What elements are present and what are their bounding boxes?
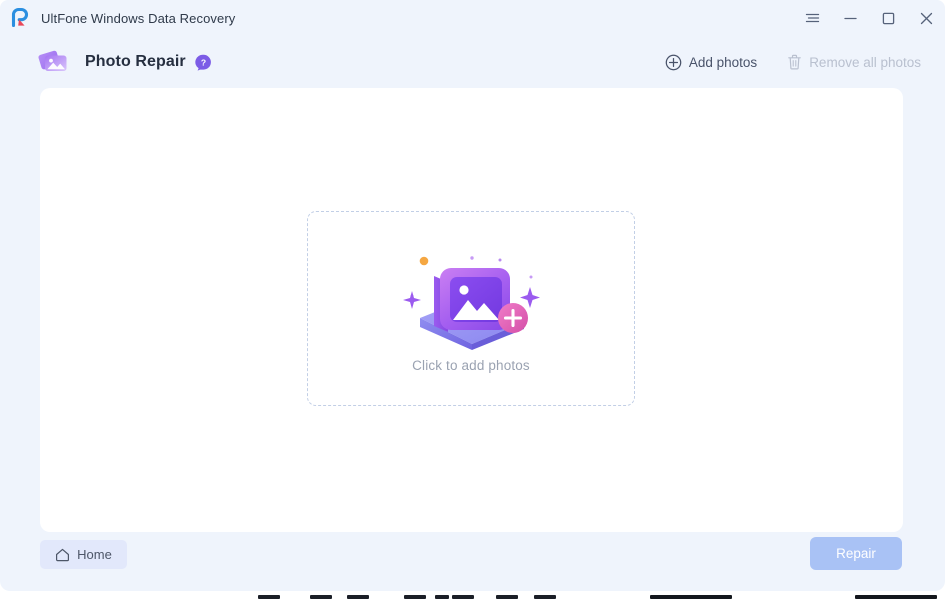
help-question-icon[interactable]: ? (195, 54, 212, 71)
title-bar: UltFone Windows Data Recovery (0, 0, 945, 36)
photo-repair-icon (38, 47, 72, 77)
taskbar-icon[interactable] (404, 595, 426, 599)
remove-all-photos-label: Remove all photos (809, 54, 921, 70)
application-window: UltFone Windows Data Recovery Photo Repa… (0, 0, 945, 591)
taskbar-icon[interactable] (258, 595, 280, 599)
ultfone-logo-icon (9, 7, 31, 29)
taskbar-icon[interactable] (347, 595, 369, 599)
dropzone-label: Click to add photos (412, 358, 530, 373)
svg-text:?: ? (201, 57, 206, 67)
taskbar-peek (0, 591, 945, 599)
footer-bar: Home Repair (0, 532, 945, 591)
taskbar-icon[interactable] (310, 595, 332, 599)
taskbar-icon[interactable] (435, 595, 449, 599)
app-title: UltFone Windows Data Recovery (41, 10, 236, 26)
add-photos-button[interactable]: Add photos (663, 51, 759, 74)
window-controls (793, 0, 945, 36)
taskbar-window[interactable] (650, 595, 732, 599)
photo-dropzone[interactable]: Click to add photos (307, 211, 635, 406)
hamburger-menu-icon[interactable] (793, 1, 831, 35)
module-header: Photo Repair ? Add photos Remove all pho… (0, 36, 945, 88)
page-title: Photo Repair (85, 53, 186, 70)
taskbar-icon[interactable] (496, 595, 518, 599)
plus-circle-icon (665, 54, 682, 71)
add-photos-label: Add photos (688, 54, 758, 70)
maximize-icon[interactable] (869, 1, 907, 35)
minimize-icon[interactable] (831, 1, 869, 35)
home-icon (55, 548, 70, 562)
trash-icon (787, 54, 802, 70)
toolbar-actions: Add photos Remove all photos (663, 51, 923, 74)
taskbar-icon[interactable] (452, 595, 474, 599)
content-card: Click to add photos (40, 88, 903, 532)
close-icon[interactable] (907, 1, 945, 35)
home-button[interactable]: Home (40, 540, 127, 569)
home-label: Home (77, 547, 112, 562)
add-photo-illustration (396, 244, 546, 356)
remove-all-photos-button[interactable]: Remove all photos (785, 51, 923, 73)
repair-button[interactable]: Repair (810, 537, 902, 570)
taskbar-window[interactable] (855, 595, 937, 599)
taskbar-icon[interactable] (534, 595, 556, 599)
